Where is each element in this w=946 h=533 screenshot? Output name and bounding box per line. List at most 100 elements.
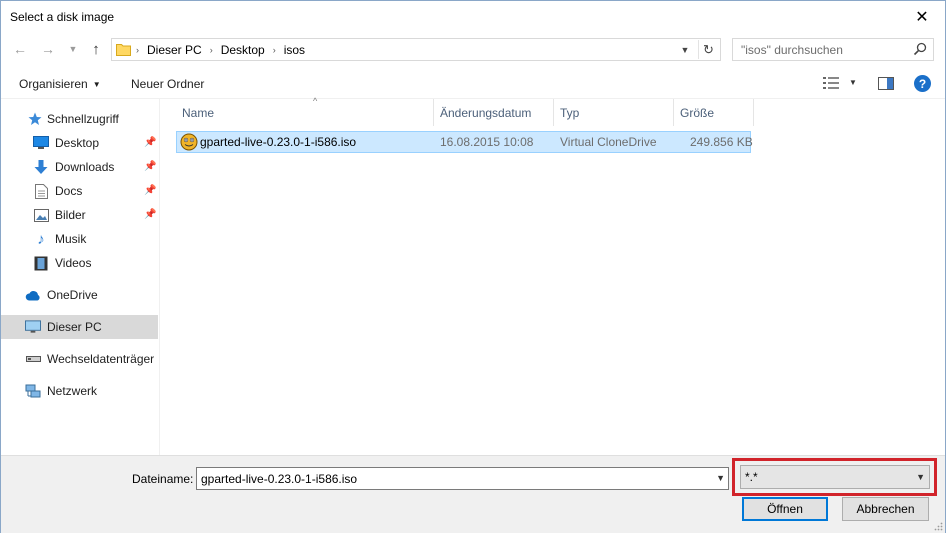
filename-value: gparted-live-0.23.0-1-i586.iso xyxy=(201,472,358,486)
search-placeholder: "isos" durchsuchen xyxy=(741,43,843,57)
refresh-icon: ↻ xyxy=(703,41,714,57)
chevron-down-icon: ▼ xyxy=(68,44,78,54)
nav-label: Dieser PC xyxy=(47,320,102,334)
new-folder-button[interactable]: Neuer Ordner xyxy=(131,77,204,91)
nav-label: Schnellzugriff xyxy=(47,112,119,126)
open-button[interactable]: Öffnen xyxy=(742,497,828,521)
pin-icon: 📌 xyxy=(144,161,157,172)
search-input[interactable]: "isos" durchsuchen xyxy=(732,38,934,61)
address-bar[interactable]: › Dieser PC › Desktop › isos ▼ ↻ xyxy=(111,38,721,61)
crumb-this-pc[interactable]: Dieser PC xyxy=(147,43,202,57)
nav-label: Wechseldatenträger ( xyxy=(47,352,158,366)
nav-removable-drive[interactable]: Wechseldatenträger ( xyxy=(1,347,158,371)
forward-button[interactable]: → xyxy=(39,40,57,58)
close-button[interactable]: ✕ xyxy=(899,1,945,32)
nav-label: OneDrive xyxy=(47,288,98,302)
column-header-type[interactable]: Typ xyxy=(554,99,674,126)
nav-onedrive[interactable]: OneDrive xyxy=(1,283,158,307)
file-open-dialog: Select a disk image ✕ ← → ▼ ↑ › Dieser P… xyxy=(0,0,946,533)
table-row[interactable]: gparted-live-0.23.0-1-i586.iso 16.08.201… xyxy=(176,131,753,153)
preview-pane-icon[interactable] xyxy=(878,77,894,90)
video-film-icon xyxy=(33,255,49,271)
nav-item-pictures[interactable]: Bilder 📌 xyxy=(1,203,158,227)
nav-label: Docs xyxy=(55,184,83,198)
search-icon xyxy=(913,42,927,56)
nav-item-music[interactable]: ♪ Musik xyxy=(1,227,158,251)
crumb-desktop[interactable]: Desktop xyxy=(221,43,265,57)
navigation-pane: Schnellzugriff Desktop 📌 Downloads 📌 Doc… xyxy=(1,99,160,455)
cancel-button[interactable]: Abbrechen xyxy=(842,497,929,521)
refresh-button[interactable]: ↻ xyxy=(698,40,718,59)
nav-label: Netzwerk xyxy=(47,384,98,398)
nav-item-desktop[interactable]: Desktop 📌 xyxy=(1,131,158,155)
column-header-name[interactable]: Name ^ xyxy=(176,96,434,126)
column-label: Größe xyxy=(680,105,715,120)
nav-quick-access[interactable]: Schnellzugriff xyxy=(1,107,158,131)
file-size: 249.856 KB xyxy=(690,135,753,149)
crumb-isos[interactable]: isos xyxy=(284,43,305,57)
nav-item-videos[interactable]: Videos xyxy=(1,251,158,275)
nav-this-pc[interactable]: Dieser PC xyxy=(1,315,158,339)
bottom-panel: Dateiname: gparted-live-0.23.0-1-i586.is… xyxy=(1,455,945,533)
nav-label: Musik xyxy=(55,232,87,246)
up-button[interactable]: ↑ xyxy=(87,40,105,58)
organize-menu-button[interactable]: Organisieren ▼ xyxy=(19,77,101,91)
pin-icon: 📌 xyxy=(144,185,157,196)
download-arrow-icon xyxy=(33,159,49,175)
chevron-right-icon[interactable]: › xyxy=(136,45,139,55)
recent-locations-button[interactable]: ▼ xyxy=(64,40,82,58)
resize-grip-icon[interactable] xyxy=(933,521,943,531)
filetype-select[interactable]: *.* ▼ xyxy=(740,465,930,489)
breadcrumb: › Dieser PC › Desktop › isos xyxy=(136,43,305,57)
column-label: Typ xyxy=(560,105,580,120)
arrow-right-icon: → xyxy=(41,41,55,57)
network-icon xyxy=(25,383,41,399)
file-list: Name ^ Änderungsdatum Typ Größe gparted-… xyxy=(161,96,945,455)
address-row: ← → ▼ ↑ › Dieser PC › Desktop › isos ▼ ↻… xyxy=(1,32,945,66)
computer-icon xyxy=(25,319,41,335)
filetype-value: *.* xyxy=(745,470,758,484)
column-header-date[interactable]: Änderungsdatum xyxy=(434,99,554,126)
command-bar: Organisieren ▼ Neuer Ordner ▼ ? xyxy=(1,68,945,99)
nav-label: Desktop xyxy=(55,136,100,150)
arrow-up-icon: ↑ xyxy=(92,40,100,58)
help-icon[interactable]: ? xyxy=(914,75,931,92)
music-note-icon: ♪ xyxy=(37,230,45,248)
view-options-caret-icon[interactable]: ▼ xyxy=(849,78,857,87)
back-button[interactable]: ← xyxy=(11,40,29,58)
dialog-title: Select a disk image xyxy=(10,10,115,24)
nav-item-docs[interactable]: Docs 📌 xyxy=(1,179,158,203)
address-history-dropdown[interactable]: ▼ xyxy=(678,43,692,57)
nav-item-downloads[interactable]: Downloads 📌 xyxy=(1,155,158,179)
pin-icon: 📌 xyxy=(144,209,157,220)
chevron-right-icon[interactable]: › xyxy=(210,45,213,55)
cloud-icon xyxy=(25,287,41,303)
caret-down-icon: ▼ xyxy=(92,80,101,89)
organize-label: Organisieren xyxy=(19,77,88,91)
nav-network[interactable]: Netzwerk xyxy=(1,379,158,403)
pictures-icon xyxy=(33,207,49,223)
filename-input[interactable]: gparted-live-0.23.0-1-i586.iso ▼ xyxy=(196,467,729,490)
column-label: Name xyxy=(182,105,215,120)
pin-icon: 📌 xyxy=(144,137,157,148)
folder-icon xyxy=(116,44,131,56)
arrow-left-icon: ← xyxy=(13,41,27,57)
chevron-right-icon[interactable]: › xyxy=(273,45,276,55)
column-label: Änderungsdatum xyxy=(440,105,532,120)
nav-label: Bilder xyxy=(55,208,86,222)
close-icon: ✕ xyxy=(915,8,929,26)
details-view-icon[interactable] xyxy=(823,77,839,89)
desktop-icon xyxy=(33,135,49,151)
column-header-size[interactable]: Größe xyxy=(674,99,754,126)
disc-image-icon xyxy=(180,133,198,151)
chevron-down-icon: ▼ xyxy=(680,45,690,55)
title-bar: Select a disk image ✕ xyxy=(1,1,945,32)
sort-ascending-icon: ^ xyxy=(313,96,318,106)
file-date: 16.08.2015 10:08 xyxy=(440,135,534,149)
nav-label: Downloads xyxy=(55,160,115,174)
chevron-down-icon[interactable]: ▼ xyxy=(716,473,725,483)
nav-label: Videos xyxy=(55,256,92,270)
file-name: gparted-live-0.23.0-1-i586.iso xyxy=(200,135,357,149)
chevron-down-icon: ▼ xyxy=(916,472,925,482)
document-icon xyxy=(33,183,49,199)
